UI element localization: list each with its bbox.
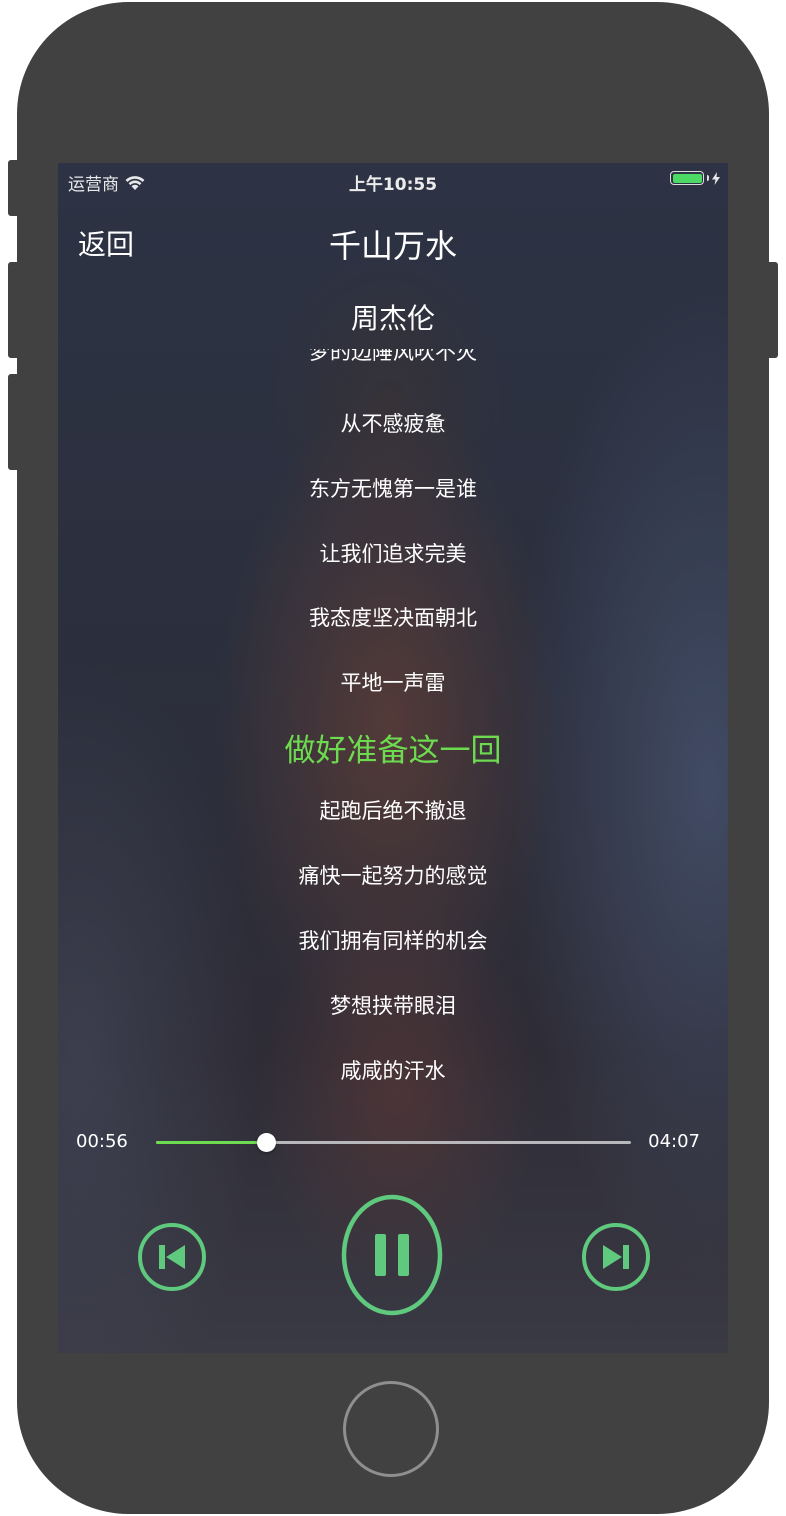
battery-icon <box>670 171 720 185</box>
mute-switch <box>8 160 20 216</box>
total-time: 04:07 <box>648 1131 700 1152</box>
volume-up-button <box>8 262 20 358</box>
bolt-icon <box>712 171 720 185</box>
lyric-line: 咸咸的汗水 <box>340 1059 446 1083</box>
lyric-line: 我们拥有同样的机会 <box>298 929 488 953</box>
pause-button[interactable] <box>341 1194 443 1316</box>
lyric-line: 平地一声雷 <box>340 671 446 695</box>
lyric-line: 梦的边陲风吹不灭 <box>309 349 477 364</box>
lyrics-scroll-view[interactable]: 梦的边陲风吹不灭 从不感疲惫 东方无愧第一是谁 让我们追求完美 我态度坚决面朝北… <box>58 349 728 1089</box>
lyric-line: 梦想挟带眼泪 <box>330 994 456 1018</box>
lyric-line: 从不感疲惫 <box>340 412 446 436</box>
power-button <box>766 262 778 358</box>
current-lyric-line: 做好准备这一回 <box>284 733 502 769</box>
progress-thumb[interactable] <box>257 1133 277 1152</box>
skip-previous-icon <box>138 1223 206 1291</box>
lyric-line: 让我们追求完美 <box>319 542 467 566</box>
progress-fill <box>156 1141 267 1144</box>
artist-name: 周杰伦 <box>350 302 435 335</box>
previous-button[interactable] <box>138 1223 206 1291</box>
lyric-line: 我态度坚决面朝北 <box>309 606 477 630</box>
volume-down-button <box>8 374 20 470</box>
lyric-line: 起跑后绝不撤退 <box>319 799 467 823</box>
song-title: 千山万水 <box>328 227 457 265</box>
lyric-line: 东方无愧第一是谁 <box>309 477 477 501</box>
status-clock: 上午10:55 <box>348 175 438 195</box>
next-button[interactable] <box>582 1223 650 1291</box>
progress-slider[interactable] <box>156 1133 631 1152</box>
skip-next-icon <box>582 1223 650 1291</box>
home-button[interactable] <box>343 1381 439 1477</box>
elapsed-time: 00:56 <box>76 1131 128 1152</box>
pause-icon <box>341 1194 443 1316</box>
status-bar: 运营商 上午10:55 <box>58 163 728 197</box>
music-player-screen: 运营商 上午10:55 返回 千山万水 周杰伦 梦的边陲风吹不灭 从不感疲惫 东… <box>58 163 728 1353</box>
lyric-line: 痛快一起努力的感觉 <box>298 864 488 888</box>
